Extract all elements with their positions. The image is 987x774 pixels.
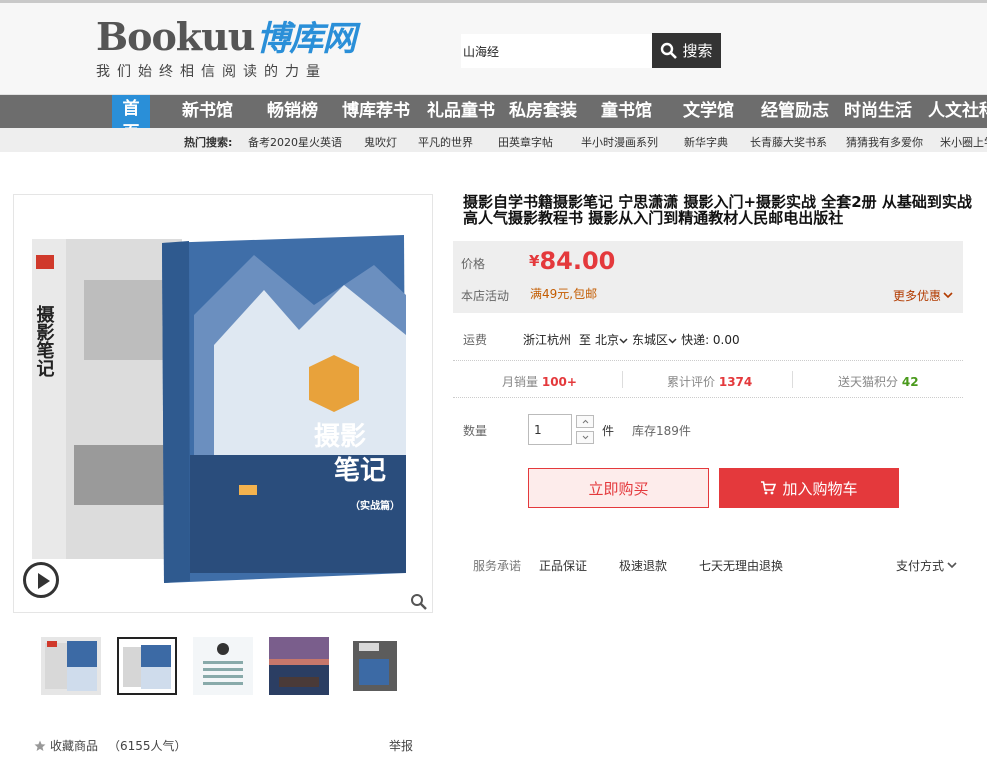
- product-main-image[interactable]: 摄影笔记 摄影 笔记 （实战篇）: [13, 194, 433, 613]
- express-fee: 快递: 0.00: [681, 333, 740, 347]
- hot-search-link[interactable]: 平凡的世界: [418, 134, 473, 150]
- product-title: 摄影自学书籍摄影笔记 宁思潇潇 摄影入门+摄影实战 全套2册 从基础到实战高人气…: [463, 193, 972, 227]
- favorite-label: 收藏商品: [50, 739, 99, 753]
- book-cover-image: 摄影笔记 摄影 笔记 （实战篇）: [14, 195, 432, 612]
- divider: [622, 371, 623, 388]
- thumbnail[interactable]: [193, 637, 253, 695]
- site-slogan: 我们始终相信阅读的力量: [96, 64, 327, 80]
- stock-count: 库存189件: [632, 424, 691, 438]
- nav-item[interactable]: 时尚生活: [844, 95, 912, 128]
- province-select[interactable]: 北京: [595, 331, 628, 348]
- divider: [453, 360, 963, 361]
- hot-search-link[interactable]: 猜猜我有多爱你: [846, 134, 923, 150]
- search-icon: [661, 42, 678, 59]
- svg-text:摄影笔记: 摄影笔记: [34, 304, 55, 377]
- nav-item[interactable]: 人文社科: [928, 95, 987, 128]
- nav-item[interactable]: 童书馆: [601, 95, 652, 128]
- site-header: Bookuu博库网 我们始终相信阅读的力量 搜索: [0, 3, 987, 95]
- tmall-points: 送天猫积分 42: [838, 375, 919, 389]
- more-offers-link[interactable]: 更多优惠: [893, 287, 953, 304]
- divider: [792, 371, 793, 388]
- nav-item[interactable]: 文学馆: [683, 95, 734, 128]
- chevron-down-icon: [619, 338, 628, 344]
- thumbnail-selected[interactable]: [117, 637, 177, 695]
- thumbnail-image: [119, 639, 175, 693]
- site-logo[interactable]: Bookuu博库网 我们始终相信阅读的力量: [96, 14, 356, 81]
- hot-search-link[interactable]: 半小时漫画系列: [581, 134, 658, 150]
- nav-item[interactable]: 经管励志: [761, 95, 829, 128]
- svg-text:（实战篇）: （实战篇）: [350, 499, 400, 512]
- thumbnail[interactable]: [345, 637, 405, 695]
- quantity-label: 数量: [463, 424, 488, 438]
- monthly-sales: 月销量 100+: [502, 375, 577, 389]
- hot-search-link[interactable]: 米小圈上学记: [940, 134, 987, 150]
- shipping-info: 浙江杭州 至 北京 东城区 快递: 0.00: [523, 331, 740, 348]
- chevron-down-icon: [943, 292, 953, 299]
- svg-text:笔记: 笔记: [334, 455, 386, 486]
- buy-now-button[interactable]: 立即购买: [528, 468, 709, 508]
- thumbnail[interactable]: [41, 637, 101, 695]
- nav-item[interactable]: 博库荐书: [342, 95, 410, 128]
- thumbnail-image: [269, 637, 329, 695]
- hot-search-link[interactable]: 田英章字帖: [498, 134, 553, 150]
- nav-item[interactable]: 新书馆: [182, 95, 233, 128]
- report-link[interactable]: 举报: [389, 737, 413, 754]
- district-select[interactable]: 东城区: [632, 331, 677, 348]
- hot-search-link[interactable]: 长青藤大奖书系: [750, 134, 827, 150]
- service-item[interactable]: 极速退款: [619, 557, 667, 574]
- price-label: 价格: [461, 257, 486, 271]
- hot-search-bar: [0, 128, 987, 152]
- product-price: ¥84.00: [529, 247, 616, 275]
- play-video-button[interactable]: [23, 562, 59, 598]
- chevron-down-icon: [582, 435, 588, 440]
- search-button-label: 搜索: [682, 42, 713, 60]
- thumbnail[interactable]: [269, 637, 329, 695]
- nav-item[interactable]: 礼品童书: [427, 95, 495, 128]
- search-input[interactable]: [461, 34, 652, 68]
- shipping-label: 运费: [463, 333, 488, 347]
- service-item[interactable]: 七天无理由退换: [699, 557, 783, 574]
- favorite-product[interactable]: 收藏商品 （6155人气）: [34, 737, 187, 754]
- service-label: 服务承诺: [473, 559, 522, 573]
- cover-title: 摄影: [314, 422, 366, 452]
- thumbnail-image: [41, 637, 101, 695]
- hot-search-label: 热门搜索:: [184, 136, 233, 149]
- cart-icon: [761, 481, 777, 495]
- star-icon: [34, 740, 46, 751]
- zoom-icon[interactable]: [410, 593, 428, 611]
- promo-label: 本店活动: [461, 289, 510, 303]
- nav-item[interactable]: 畅销榜: [267, 95, 318, 128]
- thumbnail-image: [345, 637, 405, 695]
- quantity-decrease-button[interactable]: [576, 431, 594, 444]
- promo-text: 满49元,包邮: [530, 287, 598, 301]
- divider: [453, 397, 963, 398]
- quantity-input[interactable]: [528, 414, 572, 445]
- quantity-unit: 件: [602, 424, 615, 438]
- thumbnail-image: [193, 637, 253, 695]
- chevron-up-icon: [582, 419, 588, 424]
- ship-from: 浙江杭州: [523, 333, 572, 347]
- add-to-cart-label: 加入购物车: [782, 479, 858, 498]
- chevron-down-icon: [947, 562, 957, 569]
- service-item[interactable]: 正品保证: [539, 557, 587, 574]
- hot-search-link[interactable]: 新华字典: [684, 134, 728, 150]
- search-button[interactable]: 搜索: [652, 33, 721, 68]
- hot-search-link[interactable]: 备考2020星火英语: [248, 134, 342, 150]
- review-count[interactable]: 累计评价 1374: [667, 373, 752, 390]
- quantity-increase-button[interactable]: [576, 415, 594, 428]
- hot-search-link[interactable]: 鬼吹灯: [364, 134, 397, 150]
- chevron-down-icon: [668, 338, 677, 344]
- ship-to-label: 至: [579, 333, 592, 347]
- logo-wordmark: Bookuu博库网: [96, 14, 356, 60]
- favorite-count: （6155人气）: [108, 739, 187, 753]
- payment-methods-dropdown[interactable]: 支付方式: [896, 557, 957, 574]
- nav-item[interactable]: 私房套装: [509, 95, 577, 128]
- add-to-cart-button[interactable]: 加入购物车: [719, 468, 899, 508]
